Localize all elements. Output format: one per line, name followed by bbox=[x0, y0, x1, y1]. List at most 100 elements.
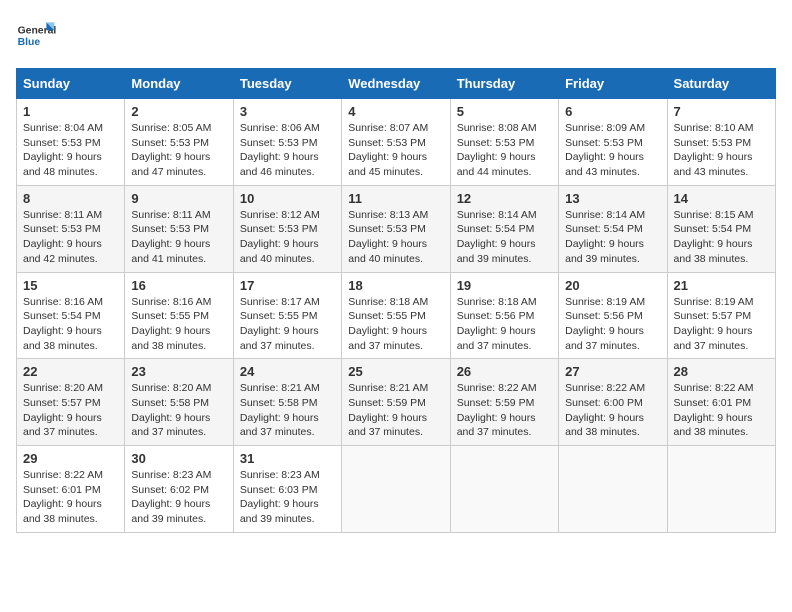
day-info: Sunrise: 8:19 AMSunset: 5:57 PMDaylight:… bbox=[674, 295, 769, 354]
calendar-cell: 11Sunrise: 8:13 AMSunset: 5:53 PMDayligh… bbox=[342, 185, 450, 272]
day-number: 28 bbox=[674, 364, 769, 379]
day-info: Sunrise: 8:07 AMSunset: 5:53 PMDaylight:… bbox=[348, 121, 443, 180]
calendar-cell: 27Sunrise: 8:22 AMSunset: 6:00 PMDayligh… bbox=[559, 359, 667, 446]
day-info: Sunrise: 8:22 AMSunset: 5:59 PMDaylight:… bbox=[457, 381, 552, 440]
day-number: 17 bbox=[240, 278, 335, 293]
logo-icon: General Blue bbox=[16, 16, 56, 56]
calendar-cell: 22 Sunrise: 8:20 AMSunset: 5:57 PMDayligh… bbox=[17, 359, 125, 446]
day-number: 16 bbox=[131, 278, 226, 293]
calendar-week-row: 22 Sunrise: 8:20 AMSunset: 5:57 PMDayligh… bbox=[17, 359, 776, 446]
calendar-cell: 3 Sunrise: 8:06 AMSunset: 5:53 PMDaylight… bbox=[233, 99, 341, 186]
day-info: Sunrise: 8:22 AMSunset: 6:01 PMDaylight:… bbox=[674, 381, 769, 440]
day-number: 5 bbox=[457, 104, 552, 119]
calendar-header-row: SundayMondayTuesdayWednesdayThursdayFrid… bbox=[17, 69, 776, 99]
day-info: Sunrise: 8:21 AMSunset: 5:59 PMDaylight:… bbox=[348, 381, 443, 440]
calendar-cell: 28 Sunrise: 8:22 AMSunset: 6:01 PMDayligh… bbox=[667, 359, 775, 446]
weekday-header-monday: Monday bbox=[125, 69, 233, 99]
page-header: General Blue bbox=[16, 16, 776, 56]
day-info: Sunrise: 8:17 AMSunset: 5:55 PMDaylight:… bbox=[240, 295, 335, 354]
day-number: 15 bbox=[23, 278, 118, 293]
day-number: 10 bbox=[240, 191, 335, 206]
calendar-cell: 12 Sunrise: 8:14 AMSunset: 5:54 PMDayligh… bbox=[450, 185, 558, 272]
day-number: 8 bbox=[23, 191, 118, 206]
logo: General Blue bbox=[16, 16, 56, 56]
calendar-cell: 6 Sunrise: 8:09 AMSunset: 5:53 PMDaylight… bbox=[559, 99, 667, 186]
day-number: 7 bbox=[674, 104, 769, 119]
day-info: Sunrise: 8:04 AMSunset: 5:53 PMDaylight:… bbox=[23, 121, 118, 180]
day-number: 9 bbox=[131, 191, 226, 206]
calendar-cell: 23Sunrise: 8:20 AMSunset: 5:58 PMDayligh… bbox=[125, 359, 233, 446]
weekday-header-friday: Friday bbox=[559, 69, 667, 99]
day-number: 18 bbox=[348, 278, 443, 293]
weekday-header-wednesday: Wednesday bbox=[342, 69, 450, 99]
svg-text:Blue: Blue bbox=[18, 37, 41, 48]
day-info: Sunrise: 8:19 AMSunset: 5:56 PMDaylight:… bbox=[565, 295, 660, 354]
calendar-week-row: 15 Sunrise: 8:16 AMSunset: 5:54 PMDayligh… bbox=[17, 272, 776, 359]
calendar-cell: 29 Sunrise: 8:22 AMSunset: 6:01 PMDayligh… bbox=[17, 446, 125, 533]
day-info: Sunrise: 8:15 AMSunset: 5:54 PMDaylight:… bbox=[674, 208, 769, 267]
day-info: Sunrise: 8:20 AMSunset: 5:58 PMDaylight:… bbox=[131, 381, 226, 440]
calendar-cell: 16 Sunrise: 8:16 AMSunset: 5:55 PMDayligh… bbox=[125, 272, 233, 359]
day-info: Sunrise: 8:18 AMSunset: 5:56 PMDaylight:… bbox=[457, 295, 552, 354]
day-number: 12 bbox=[457, 191, 552, 206]
day-number: 6 bbox=[565, 104, 660, 119]
calendar-cell: 1Sunrise: 8:04 AMSunset: 5:53 PMDaylight… bbox=[17, 99, 125, 186]
calendar-cell: 19 Sunrise: 8:18 AMSunset: 5:56 PMDayligh… bbox=[450, 272, 558, 359]
day-info: Sunrise: 8:08 AMSunset: 5:53 PMDaylight:… bbox=[457, 121, 552, 180]
calendar-cell bbox=[450, 446, 558, 533]
day-number: 29 bbox=[23, 451, 118, 466]
day-number: 21 bbox=[674, 278, 769, 293]
weekday-header-sunday: Sunday bbox=[17, 69, 125, 99]
day-number: 31 bbox=[240, 451, 335, 466]
day-info: Sunrise: 8:16 AMSunset: 5:55 PMDaylight:… bbox=[131, 295, 226, 354]
day-info: Sunrise: 8:06 AMSunset: 5:53 PMDaylight:… bbox=[240, 121, 335, 180]
calendar-cell: 25 Sunrise: 8:21 AMSunset: 5:59 PMDayligh… bbox=[342, 359, 450, 446]
calendar-cell: 21 Sunrise: 8:19 AMSunset: 5:57 PMDayligh… bbox=[667, 272, 775, 359]
calendar-week-row: 1Sunrise: 8:04 AMSunset: 5:53 PMDaylight… bbox=[17, 99, 776, 186]
weekday-header-tuesday: Tuesday bbox=[233, 69, 341, 99]
weekday-header-saturday: Saturday bbox=[667, 69, 775, 99]
weekday-header-thursday: Thursday bbox=[450, 69, 558, 99]
day-number: 3 bbox=[240, 104, 335, 119]
calendar-cell: 4Sunrise: 8:07 AMSunset: 5:53 PMDaylight… bbox=[342, 99, 450, 186]
day-number: 19 bbox=[457, 278, 552, 293]
calendar-cell: 17 Sunrise: 8:17 AMSunset: 5:55 PMDayligh… bbox=[233, 272, 341, 359]
day-info: Sunrise: 8:16 AMSunset: 5:54 PMDaylight:… bbox=[23, 295, 118, 354]
calendar-table: SundayMondayTuesdayWednesdayThursdayFrid… bbox=[16, 68, 776, 533]
calendar-cell: 13 Sunrise: 8:14 AMSunset: 5:54 PMDayligh… bbox=[559, 185, 667, 272]
day-info: Sunrise: 8:11 AMSunset: 5:53 PMDaylight:… bbox=[131, 208, 226, 267]
day-number: 14 bbox=[674, 191, 769, 206]
calendar-cell: 30Sunrise: 8:23 AMSunset: 6:02 PMDayligh… bbox=[125, 446, 233, 533]
day-info: Sunrise: 8:14 AMSunset: 5:54 PMDaylight:… bbox=[565, 208, 660, 267]
day-info: Sunrise: 8:22 AMSunset: 6:01 PMDaylight:… bbox=[23, 468, 118, 527]
calendar-cell: 24Sunrise: 8:21 AMSunset: 5:58 PMDayligh… bbox=[233, 359, 341, 446]
day-info: Sunrise: 8:05 AMSunset: 5:53 PMDaylight:… bbox=[131, 121, 226, 180]
calendar-cell: 5 Sunrise: 8:08 AMSunset: 5:53 PMDaylight… bbox=[450, 99, 558, 186]
day-number: 26 bbox=[457, 364, 552, 379]
calendar-cell: 2Sunrise: 8:05 AMSunset: 5:53 PMDaylight… bbox=[125, 99, 233, 186]
calendar-cell: 31 Sunrise: 8:23 AMSunset: 6:03 PMDayligh… bbox=[233, 446, 341, 533]
day-info: Sunrise: 8:22 AMSunset: 6:00 PMDaylight:… bbox=[565, 381, 660, 440]
day-number: 11 bbox=[348, 191, 443, 206]
day-number: 22 bbox=[23, 364, 118, 379]
day-number: 30 bbox=[131, 451, 226, 466]
calendar-cell: 10 Sunrise: 8:12 AMSunset: 5:53 PMDayligh… bbox=[233, 185, 341, 272]
day-info: Sunrise: 8:23 AMSunset: 6:03 PMDaylight:… bbox=[240, 468, 335, 527]
day-info: Sunrise: 8:18 AMSunset: 5:55 PMDaylight:… bbox=[348, 295, 443, 354]
calendar-cell: 14 Sunrise: 8:15 AMSunset: 5:54 PMDayligh… bbox=[667, 185, 775, 272]
day-info: Sunrise: 8:14 AMSunset: 5:54 PMDaylight:… bbox=[457, 208, 552, 267]
day-info: Sunrise: 8:20 AMSunset: 5:57 PMDaylight:… bbox=[23, 381, 118, 440]
calendar-week-row: 29 Sunrise: 8:22 AMSunset: 6:01 PMDayligh… bbox=[17, 446, 776, 533]
day-number: 13 bbox=[565, 191, 660, 206]
day-number: 25 bbox=[348, 364, 443, 379]
day-info: Sunrise: 8:09 AMSunset: 5:53 PMDaylight:… bbox=[565, 121, 660, 180]
calendar-cell: 18 Sunrise: 8:18 AMSunset: 5:55 PMDayligh… bbox=[342, 272, 450, 359]
calendar-cell: 8 Sunrise: 8:11 AMSunset: 5:53 PMDaylight… bbox=[17, 185, 125, 272]
day-info: Sunrise: 8:21 AMSunset: 5:58 PMDaylight:… bbox=[240, 381, 335, 440]
calendar-cell bbox=[667, 446, 775, 533]
day-info: Sunrise: 8:10 AMSunset: 5:53 PMDaylight:… bbox=[674, 121, 769, 180]
calendar-cell bbox=[559, 446, 667, 533]
day-info: Sunrise: 8:12 AMSunset: 5:53 PMDaylight:… bbox=[240, 208, 335, 267]
calendar-cell: 9 Sunrise: 8:11 AMSunset: 5:53 PMDaylight… bbox=[125, 185, 233, 272]
day-info: Sunrise: 8:11 AMSunset: 5:53 PMDaylight:… bbox=[23, 208, 118, 267]
